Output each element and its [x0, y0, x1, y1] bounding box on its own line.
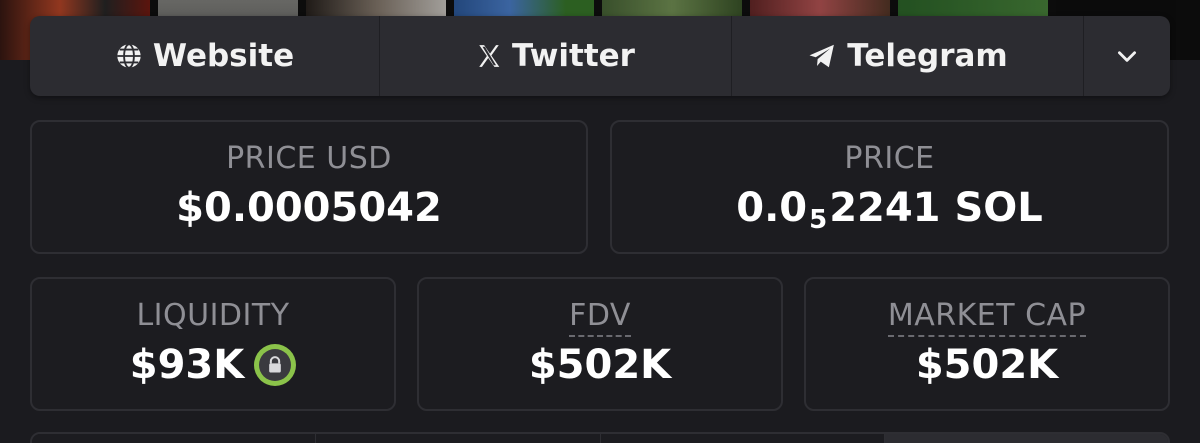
liquidity-value-row: $93K	[32, 341, 394, 389]
bottom-tab[interactable]	[600, 434, 885, 443]
price-native-value: 0.0 5 2241 SOL	[612, 184, 1167, 235]
fdv-value-row: $502K	[419, 341, 781, 389]
price-native-zero-count: 5	[809, 205, 828, 235]
fdv-label: FDV	[569, 298, 631, 337]
telegram-icon	[807, 41, 837, 71]
liquidity-value: $93K	[129, 342, 245, 388]
token-stats-panel: Website Twitter Telegram PRICE USD $0.00…	[0, 0, 1200, 443]
market-cap-label-wrap[interactable]: MARKET CAP	[806, 297, 1168, 337]
liquidity-label: LIQUIDITY	[136, 298, 290, 333]
price-usd-value: $0.0005042	[176, 185, 442, 231]
price-usd-label: PRICE USD	[226, 141, 392, 176]
bottom-tab[interactable]	[32, 434, 317, 443]
chevron-down-icon	[1114, 43, 1140, 69]
price-native-label: PRICE	[844, 141, 935, 176]
fdv-value: $502K	[528, 342, 672, 388]
globe-icon	[115, 42, 143, 70]
market-cap-value: $502K	[915, 342, 1059, 388]
website-link[interactable]: Website	[30, 16, 380, 96]
website-label: Website	[152, 38, 295, 74]
twitter-label: Twitter	[512, 38, 635, 74]
twitter-link[interactable]: Twitter	[380, 16, 732, 96]
market-cap-value-row: $502K	[806, 341, 1168, 389]
fdv-label-wrap[interactable]: FDV	[419, 297, 781, 337]
telegram-link[interactable]: Telegram	[732, 16, 1084, 96]
price-native-card: PRICE 0.0 5 2241 SOL	[610, 120, 1169, 254]
telegram-label: Telegram	[847, 38, 1008, 74]
bottom-tab[interactable]	[316, 434, 601, 443]
x-logo-icon	[476, 43, 502, 69]
price-native-prefix: 0.0	[736, 185, 808, 231]
bottom-tab[interactable]	[884, 434, 1168, 443]
bottom-tab-row	[30, 432, 1170, 443]
more-links-dropdown[interactable]	[1084, 16, 1170, 96]
lock-icon[interactable]	[254, 344, 297, 386]
price-usd-value-row: $0.0005042	[32, 184, 586, 232]
price-usd-card: PRICE USD $0.0005042	[30, 120, 588, 254]
social-links-bar: Website Twitter Telegram	[30, 16, 1170, 96]
market-cap-card: MARKET CAP $502K	[804, 277, 1170, 411]
fdv-card: FDV $502K	[417, 277, 783, 411]
price-native-suffix: 2241 SOL	[829, 185, 1043, 231]
liquidity-card: LIQUIDITY $93K	[30, 277, 396, 411]
market-cap-label: MARKET CAP	[887, 298, 1087, 337]
